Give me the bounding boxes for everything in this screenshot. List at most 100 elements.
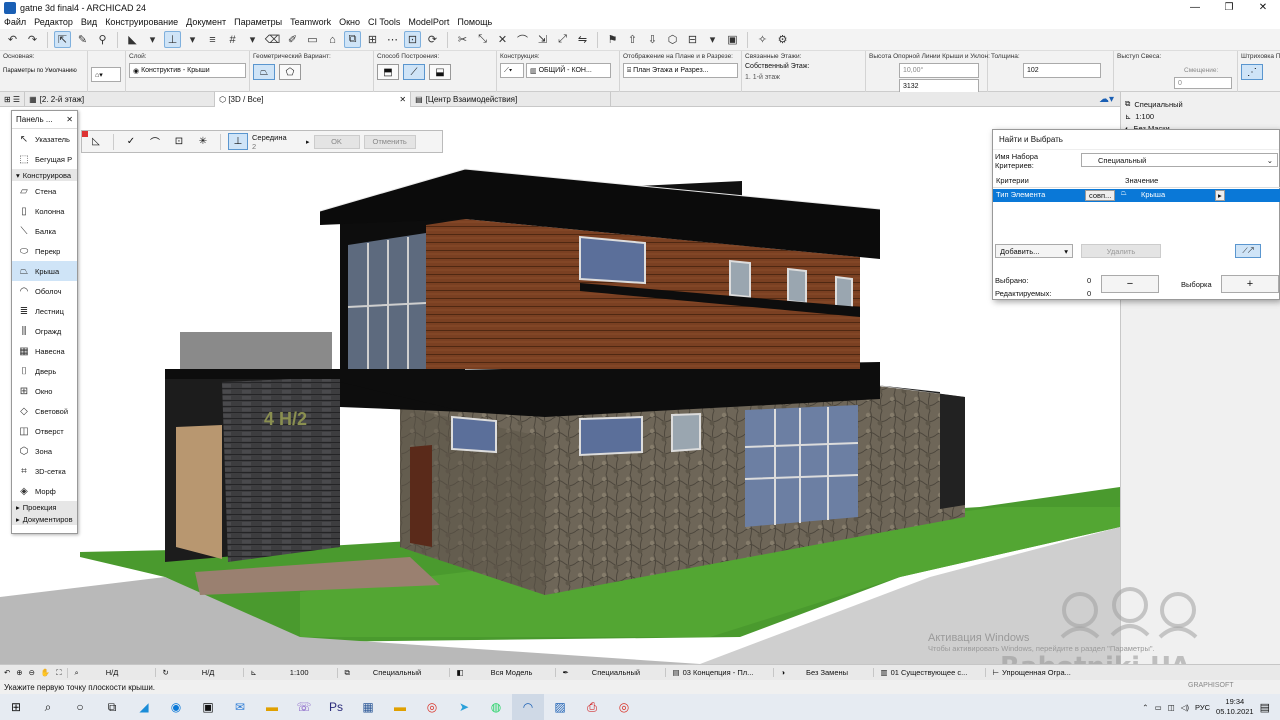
- cancel-button[interactable]: Отменить: [363, 134, 416, 149]
- eraser-icon[interactable]: ⌫: [264, 31, 281, 48]
- task-view-icon[interactable]: ⧉: [96, 694, 128, 720]
- edge-icon[interactable]: ◉: [160, 694, 192, 720]
- render-icon[interactable]: ✧: [754, 31, 771, 48]
- defaults-link[interactable]: Параметры по Умолчанию: [3, 68, 84, 74]
- close-button[interactable]: ✕: [1246, 0, 1280, 15]
- rectangle-icon[interactable]: ▭: [304, 31, 321, 48]
- zoom-out-icon[interactable]: ⊖: [29, 668, 35, 677]
- tool-window[interactable]: ⊞ Окно: [12, 381, 77, 401]
- window-icon[interactable]: ▣: [724, 31, 741, 48]
- tool-door[interactable]: ⌷ Дверь: [12, 361, 77, 381]
- fit-icon[interactable]: ⛶: [56, 668, 61, 678]
- volume-icon[interactable]: ◁): [1181, 703, 1189, 712]
- magic-wand-icon[interactable]: ✳: [193, 133, 213, 150]
- guide-line-icon[interactable]: ⊥: [164, 31, 181, 48]
- menu-file[interactable]: Файл: [0, 17, 30, 27]
- roof-settings-button[interactable]: ⌂▾: [91, 67, 121, 82]
- section-icon[interactable]: ⊟: [684, 31, 701, 48]
- renovation-filter-select[interactable]: ▤ 03 Концепция - Пл...: [665, 668, 767, 677]
- mail-icon[interactable]: ✉: [224, 694, 256, 720]
- adjust-icon[interactable]: ⤡: [474, 31, 491, 48]
- home-story-value[interactable]: 1. 1-й этаж: [745, 74, 862, 81]
- whatsapp-icon[interactable]: ◍: [480, 694, 512, 720]
- calculator-icon[interactable]: ▦: [352, 694, 384, 720]
- tool-marquee[interactable]: ⬚ Бегущая Р: [12, 149, 77, 169]
- notification-icon[interactable]: ▤: [1260, 701, 1270, 714]
- offset-icon[interactable]: ⇲: [534, 31, 551, 48]
- tool-skylight[interactable]: ◇ Световой: [12, 401, 77, 421]
- 3d-view-icon[interactable]: ⬡: [664, 31, 681, 48]
- menu-window[interactable]: Окно: [335, 17, 364, 27]
- redo-icon[interactable]: ↷: [24, 31, 41, 48]
- chevron-up-icon[interactable]: ⌃: [1142, 703, 1148, 712]
- layer-combination-select[interactable]: ⧉ Специальный: [337, 667, 443, 678]
- 3d-viewport[interactable]: 4 Н/2: [0, 107, 1120, 664]
- snap-point-icon[interactable]: ⊥: [228, 133, 248, 150]
- chevron-right-icon[interactable]: ▸: [1215, 190, 1225, 201]
- tab-floor-plan[interactable]: ▦ [2. 2-й этаж]: [25, 91, 216, 107]
- angle-field[interactable]: 10,00°: [899, 63, 979, 78]
- deselect-button[interactable]: −: [1101, 275, 1159, 293]
- dropdown-icon[interactable]: ▾: [144, 31, 161, 48]
- tool-beam[interactable]: ⟍ Балка: [12, 221, 77, 241]
- magic-wand-icon[interactable]: ✎: [74, 31, 91, 48]
- floor-up-icon[interactable]: ⇧: [624, 31, 641, 48]
- section-document[interactable]: ▸ Документиров: [12, 513, 77, 525]
- check-icon[interactable]: ✓: [121, 133, 141, 150]
- polygon-method-icon[interactable]: ⬓: [429, 64, 451, 80]
- mirror-icon[interactable]: ⇋: [574, 31, 591, 48]
- pen-set-select[interactable]: ✒ Специальный: [555, 668, 659, 677]
- tool-stair[interactable]: ≣ Лестниц: [12, 301, 77, 321]
- tool-morph[interactable]: ◈ Морф: [12, 481, 77, 501]
- layer-combination-item[interactable]: ⧉ Специальный: [1121, 98, 1280, 110]
- tool-arrow[interactable]: ↖ Указатель: [12, 129, 77, 149]
- minimize-button[interactable]: —: [1178, 0, 1212, 15]
- zoom-in-icon[interactable]: ⊕: [16, 668, 22, 677]
- cloud-icon[interactable]: ☁▾: [1099, 94, 1114, 105]
- menu-ci-tools[interactable]: CI Tools: [364, 17, 404, 27]
- cortana-icon[interactable]: ○: [64, 694, 96, 720]
- rectangle-method-icon[interactable]: ⬒: [377, 64, 399, 80]
- criterion-operator[interactable]: совп...: [1085, 190, 1116, 201]
- scale-select[interactable]: ⊾ 1:100: [243, 668, 331, 677]
- pivot-line-method-icon[interactable]: ⟋: [403, 64, 425, 80]
- language-indicator[interactable]: РУС: [1195, 703, 1210, 712]
- tool-curtain-wall[interactable]: ▦ Навесна: [12, 341, 77, 361]
- flag-icon[interactable]: ⚑: [604, 31, 621, 48]
- edit-plane-icon[interactable]: ◺: [86, 133, 106, 150]
- menu-edit[interactable]: Редактор: [30, 17, 77, 27]
- display-select[interactable]: ⌸ План Этажа и Разрез...: [623, 63, 738, 78]
- scale-item[interactable]: ⊾ 1:100: [1121, 110, 1280, 122]
- hatch-icon[interactable]: ⋰: [1241, 64, 1263, 80]
- add-criterion-button[interactable]: Добавить... ▾: [995, 244, 1073, 258]
- resize-icon[interactable]: ⤢: [554, 31, 571, 48]
- network-icon[interactable]: ◫: [1168, 703, 1175, 712]
- dropdown-icon[interactable]: ▾: [704, 31, 721, 48]
- battery-icon[interactable]: ▭: [1155, 703, 1162, 712]
- intersect-icon[interactable]: ✕: [494, 31, 511, 48]
- tool-column[interactable]: ▯ Колонна: [12, 201, 77, 221]
- photoshop-icon[interactable]: Ps: [320, 694, 352, 720]
- archicad-active-icon[interactable]: ◠: [512, 694, 544, 720]
- edit-plane-icon[interactable]: ◣: [124, 31, 141, 48]
- tool-wall[interactable]: ▱ Стена: [12, 181, 77, 201]
- layer-icon[interactable]: ⧉: [344, 31, 361, 48]
- settings-icon[interactable]: ⚙: [774, 31, 791, 48]
- search-icon[interactable]: ⌕: [32, 694, 64, 720]
- tool-slab[interactable]: ⬭ Перекр: [12, 241, 77, 261]
- menu-modelport[interactable]: ModelPort: [404, 17, 453, 27]
- acrobat-icon[interactable]: ⎙: [576, 694, 608, 720]
- criteria-row[interactable]: Тип Элемента совп... ⏢ Крыша ▸: [993, 189, 1280, 202]
- menu-design[interactable]: Конструирование: [101, 17, 182, 27]
- tool-roof[interactable]: ⏢ Крыша: [12, 261, 77, 281]
- pan-icon[interactable]: ✋: [41, 668, 50, 677]
- clock[interactable]: 19:34 05.10.2021: [1216, 697, 1254, 717]
- tool-shell[interactable]: ◠ Оболоч: [12, 281, 77, 301]
- menu-help[interactable]: Помощь: [453, 17, 496, 27]
- tab-3d[interactable]: ⬡ [3D / Все] ✕: [215, 91, 412, 107]
- structure-type-button[interactable]: ⟋▾: [500, 63, 524, 78]
- model-view-select[interactable]: ◧ Вся Модель: [449, 668, 549, 677]
- palette-close-icon[interactable]: [82, 131, 88, 137]
- dimension-standard-select[interactable]: ⊢ Упрощенная Огра...: [985, 668, 1071, 677]
- graphic-override-select[interactable]: ◑ Без Замены: [773, 668, 867, 677]
